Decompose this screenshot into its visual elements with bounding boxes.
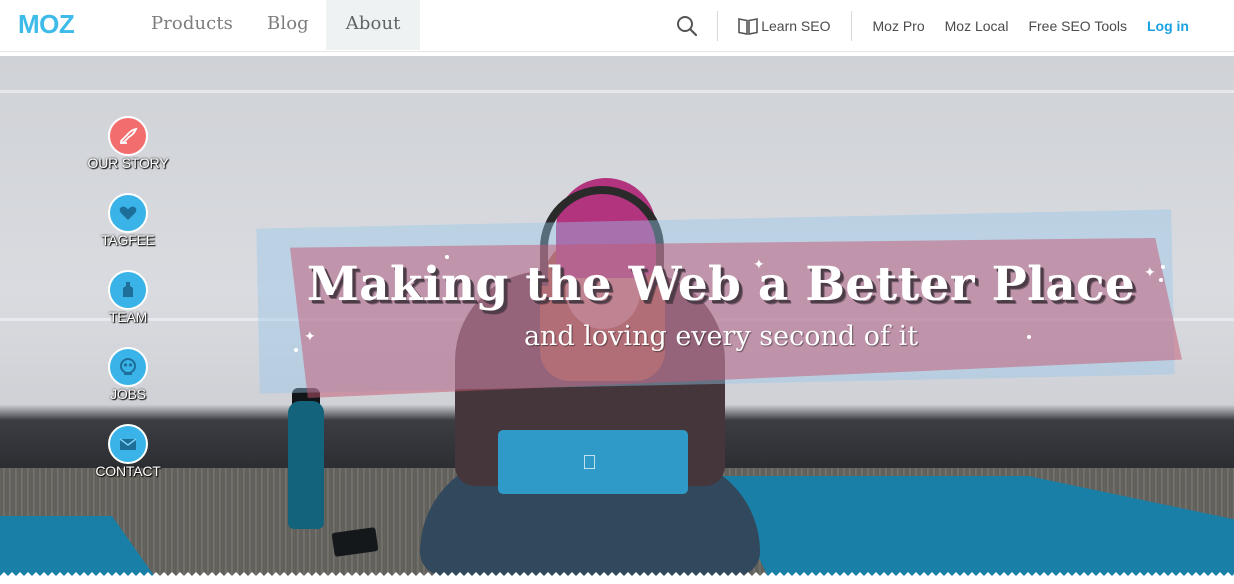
nav-blog[interactable]: Blog	[250, 0, 326, 50]
roger-bot-icon	[108, 347, 148, 387]
side-item-label: CONTACT	[95, 463, 161, 479]
side-item-tagfee[interactable]: TAGFEE	[80, 193, 176, 263]
utility-nav: Learn SEO Moz Pro Moz Local Free SEO Too…	[675, 0, 1234, 52]
sparkle-dot	[294, 348, 298, 352]
sparkle-dot	[445, 255, 449, 259]
search-icon[interactable]	[675, 14, 699, 38]
moz-pro-link[interactable]: Moz Pro	[852, 18, 935, 34]
sparkle-dot	[1027, 335, 1031, 339]
zigzag-divider	[0, 572, 1234, 584]
person-icon	[108, 270, 148, 310]
hero-subhead: and loving every second of it	[523, 321, 919, 352]
learn-seo-link[interactable]: Learn SEO	[718, 17, 850, 35]
envelope-icon	[108, 424, 148, 464]
moz-logo[interactable]: MOZ	[18, 12, 104, 36]
side-item-label: TEAM	[108, 309, 148, 325]
apple-logo-icon: 	[582, 452, 597, 475]
hero-headline: Making the Web a Better Place	[306, 257, 1136, 312]
side-item-jobs[interactable]: JOBS	[80, 347, 176, 417]
heart-icon	[108, 193, 148, 233]
nav-about[interactable]: About	[325, 0, 421, 50]
nav-products[interactable]: Products	[134, 0, 250, 50]
sparkle-dot	[1161, 265, 1165, 269]
laptop: 	[498, 430, 688, 494]
side-item-label: JOBS	[110, 386, 146, 402]
side-item-label: OUR STORY	[87, 155, 169, 171]
sparkle-dot	[1159, 278, 1163, 282]
moz-logo-mark: MOZ	[18, 12, 75, 36]
side-item-team[interactable]: TEAM	[80, 270, 176, 340]
moz-local-link[interactable]: Moz Local	[935, 18, 1019, 34]
primary-nav: Products Blog About	[134, 0, 421, 52]
side-item-our-story[interactable]: OUR STORY	[80, 116, 176, 186]
logo-text: MOZ	[18, 12, 75, 36]
free-seo-tools-link[interactable]: Free SEO Tools	[1018, 18, 1137, 34]
top-navigation: MOZ Products Blog About Learn SEO Moz Pr…	[0, 0, 1234, 52]
side-item-contact[interactable]: CONTACT	[80, 424, 176, 494]
login-link[interactable]: Log in	[1137, 18, 1234, 34]
wall-trim	[0, 90, 1234, 93]
sparkle-icon: ✦	[753, 256, 765, 272]
learn-seo-label: Learn SEO	[761, 18, 831, 34]
sparkle-icon: ✦	[1144, 264, 1156, 280]
hero-banner:  Making the Web a Better Place and lovi…	[0, 56, 1234, 584]
water-bottle	[288, 401, 324, 529]
sparkle-icon: ✦	[304, 328, 316, 344]
book-icon	[738, 17, 759, 35]
quill-icon	[108, 116, 148, 156]
side-item-label: TAGFEE	[101, 232, 155, 248]
